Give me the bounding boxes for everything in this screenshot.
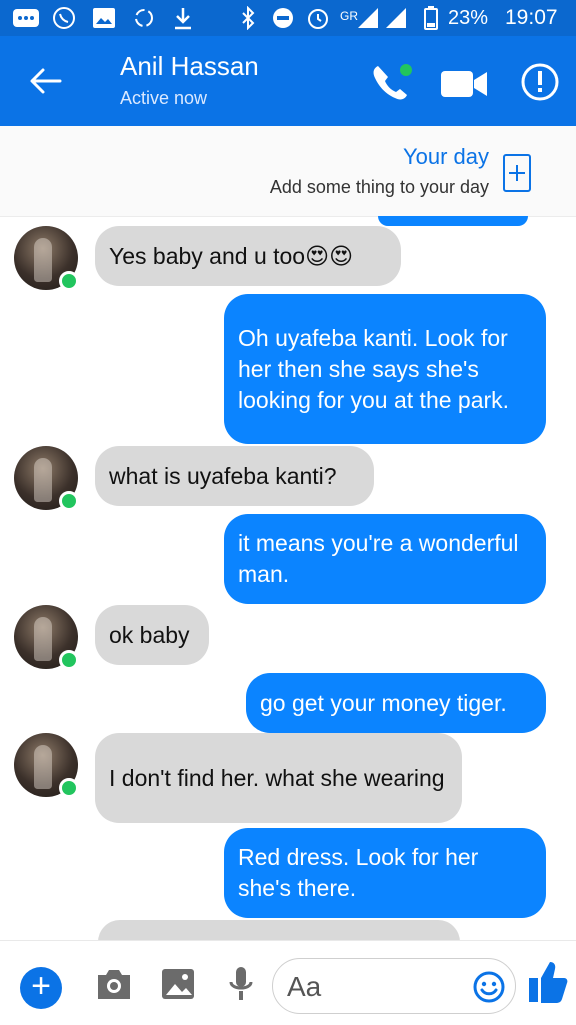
battery-percent: 23% xyxy=(448,7,489,29)
plus-icon[interactable]: + xyxy=(20,967,62,1009)
download-icon xyxy=(172,6,194,30)
incoming-message[interactable]: ok baby xyxy=(95,605,209,665)
emoji-icon[interactable] xyxy=(473,971,505,1008)
conversation-header: Anil Hassan Active now xyxy=(0,36,576,126)
info-icon[interactable] xyxy=(520,62,560,107)
signal-icon xyxy=(356,6,380,30)
online-indicator xyxy=(59,271,79,291)
status-bar: GR 23% 19:07 xyxy=(0,0,576,36)
signal-icon-2 xyxy=(384,6,408,30)
message-input[interactable]: Aa xyxy=(272,958,516,1014)
incoming-message[interactable]: Yes baby and u too😍😍 xyxy=(95,226,401,286)
do-not-disturb-icon xyxy=(272,6,294,30)
battery-icon xyxy=(424,6,438,30)
message-bubble-partial xyxy=(98,920,460,942)
sync-icon xyxy=(132,6,156,30)
outgoing-message[interactable]: Red dress. Look for her she's there. xyxy=(224,828,546,918)
add-story-icon[interactable] xyxy=(502,153,532,198)
online-indicator xyxy=(59,491,79,511)
back-arrow-icon[interactable] xyxy=(28,66,62,101)
gallery-icon[interactable] xyxy=(160,967,196,1006)
whatsapp-icon xyxy=(52,6,76,30)
phone-icon[interactable] xyxy=(370,62,414,109)
mic-icon[interactable] xyxy=(228,965,254,1008)
incoming-message[interactable]: what is uyafeba kanti? xyxy=(95,446,374,506)
presence-status: Active now xyxy=(120,88,208,108)
outgoing-message[interactable]: it means you're a wonderful man. xyxy=(224,514,546,604)
your-day-subtitle: Add some thing to your day xyxy=(269,177,489,197)
online-indicator xyxy=(59,650,79,670)
contact-name[interactable]: Anil Hassan xyxy=(120,51,259,81)
chat-notification-icon xyxy=(12,6,40,30)
incoming-message[interactable]: I don't find her. what she wearing xyxy=(95,733,462,823)
message-composer: + Aa xyxy=(0,940,576,1025)
bluetooth-icon xyxy=(240,6,256,30)
clock: 19:07 xyxy=(505,6,558,29)
thumbs-up-icon[interactable] xyxy=(528,960,568,1009)
online-indicator xyxy=(59,778,79,798)
video-camera-icon[interactable] xyxy=(440,70,488,103)
camera-icon[interactable] xyxy=(95,967,133,1006)
outgoing-message[interactable]: go get your money tiger. xyxy=(246,673,546,733)
your-day-title: Your day xyxy=(402,144,489,169)
your-day-banner[interactable]: Your day Add some thing to your day xyxy=(0,126,576,217)
message-bubble-partial xyxy=(378,216,528,226)
image-notification-icon xyxy=(92,6,116,30)
message-input-placeholder: Aa xyxy=(287,971,322,1002)
outgoing-message[interactable]: Oh uyafeba kanti. Look for her then she … xyxy=(224,294,546,444)
alarm-icon xyxy=(306,6,330,30)
